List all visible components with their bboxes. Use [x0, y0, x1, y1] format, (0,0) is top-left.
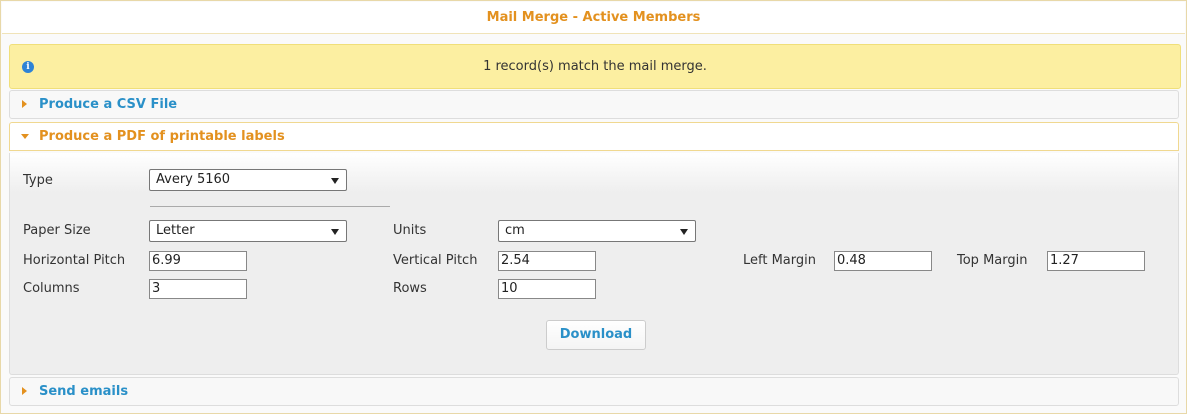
- section-label-pdf-labels: Produce a PDF of printable labels: [39, 129, 285, 144]
- rows-label: Rows: [393, 281, 427, 296]
- triangle-down-icon: [21, 134, 29, 139]
- section-label-send-emails: Send emails: [39, 384, 129, 399]
- section-header-pdf-labels[interactable]: Produce a PDF of printable labels: [9, 122, 1179, 151]
- units-label: Units: [393, 223, 427, 238]
- columns-input[interactable]: 3: [149, 279, 247, 299]
- pdf-labels-panel: Type Avery 5160 Paper Size Letter Units …: [9, 153, 1179, 375]
- horizontal-pitch-input[interactable]: 6.99: [149, 251, 247, 271]
- divider: [150, 206, 390, 207]
- section-label-csv: Produce a CSV File: [39, 97, 178, 112]
- vertical-pitch-label: Vertical Pitch: [393, 253, 478, 268]
- units-select-value: cm: [505, 223, 525, 238]
- paper-size-select[interactable]: Letter: [149, 220, 347, 242]
- section-header-csv[interactable]: Produce a CSV File: [9, 90, 1179, 119]
- paper-size-select-value: Letter: [156, 223, 195, 238]
- info-message-box: i 1 record(s) match the mail merge.: [9, 44, 1181, 89]
- download-button[interactable]: Download: [546, 320, 646, 350]
- horizontal-pitch-label: Horizontal Pitch: [23, 253, 126, 268]
- paper-size-label: Paper Size: [23, 223, 91, 238]
- chevron-down-icon: [331, 178, 339, 184]
- triangle-right-icon: [22, 387, 27, 395]
- units-select[interactable]: cm: [498, 220, 696, 242]
- mail-merge-dialog: Mail Merge - Active Members i 1 record(s…: [0, 0, 1187, 414]
- type-label: Type: [23, 173, 53, 188]
- left-margin-input[interactable]: 0.48: [834, 251, 932, 271]
- top-margin-label: Top Margin: [957, 253, 1028, 268]
- type-select-value: Avery 5160: [156, 172, 231, 187]
- chevron-down-icon: [331, 229, 339, 235]
- left-margin-label: Left Margin: [743, 253, 816, 268]
- dialog-title: Mail Merge - Active Members: [2, 2, 1185, 34]
- section-header-send-emails[interactable]: Send emails: [9, 377, 1179, 406]
- info-message-text: 1 record(s) match the mail merge.: [483, 59, 707, 74]
- columns-label: Columns: [23, 281, 80, 296]
- triangle-right-icon: [22, 100, 27, 108]
- chevron-down-icon: [680, 229, 688, 235]
- type-select[interactable]: Avery 5160: [149, 169, 347, 191]
- vertical-pitch-input[interactable]: 2.54: [498, 251, 596, 271]
- rows-input[interactable]: 10: [498, 279, 596, 299]
- top-margin-input[interactable]: 1.27: [1047, 251, 1145, 271]
